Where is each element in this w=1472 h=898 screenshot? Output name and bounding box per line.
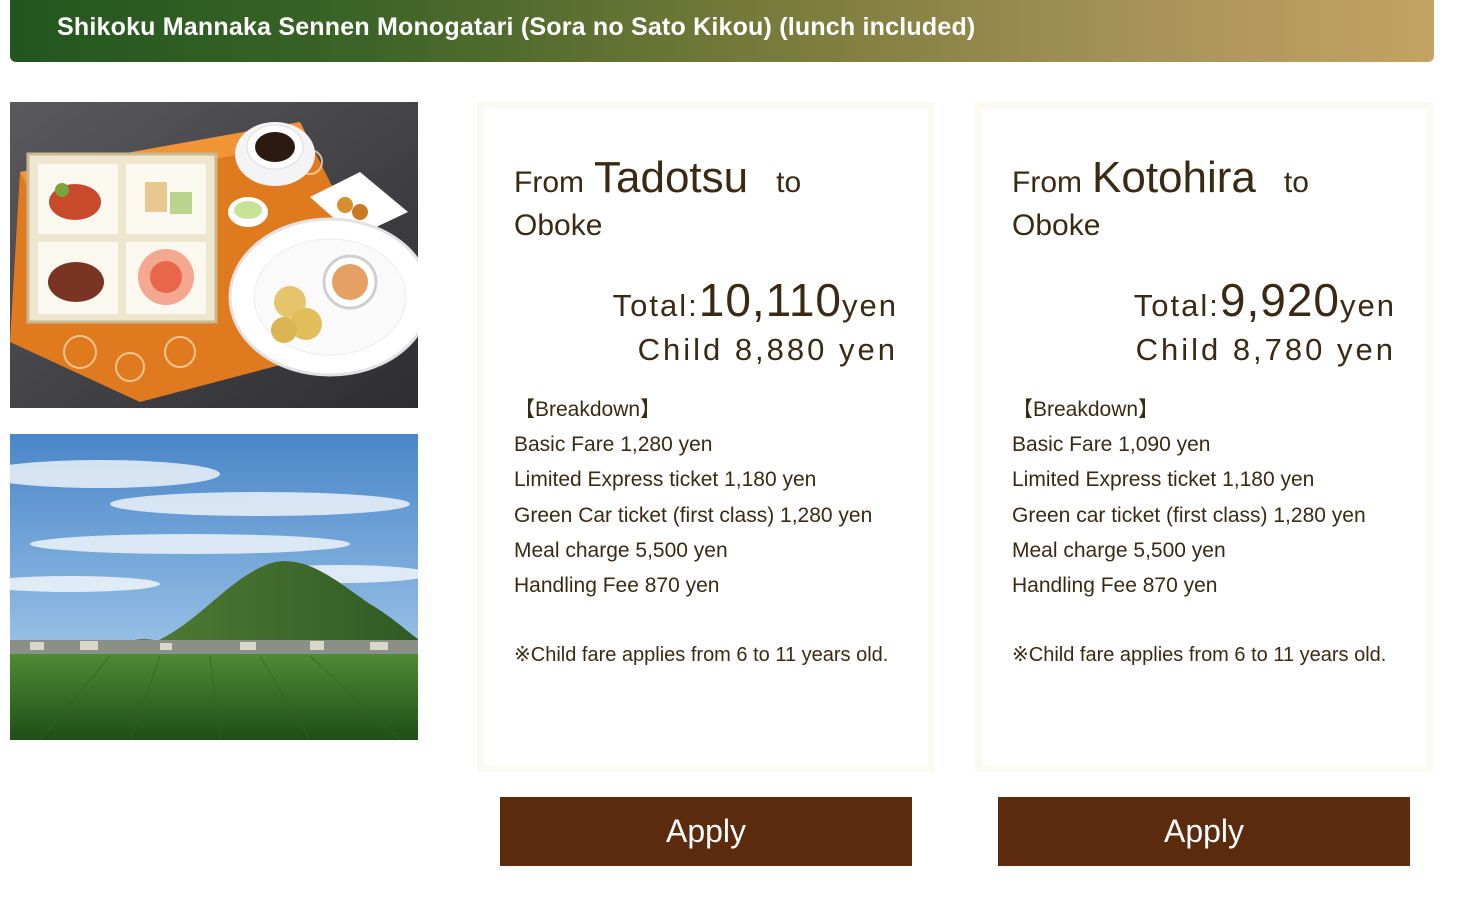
breakdown-title: 【Breakdown】 [514,398,662,421]
breakdown-item: Green car ticket (first class) 1,280 yen [1012,503,1366,527]
to-label: to [776,166,802,199]
child-price: Child 8,880 yen [637,332,898,367]
breakdown-item: Handling Fee 870 yen [1012,574,1218,598]
to-station: Oboke [514,209,603,242]
breakdown-item: Meal charge 5,500 yen [1012,538,1226,562]
fare-card-tadotsu: From Tadotsu to Oboke Total:10,110yen Chil… [477,102,935,772]
from-station: Kotohira [1092,153,1256,202]
route-title: From Kotohira to [1012,155,1396,206]
child-fare-note: ※Child fare applies from 6 to 11 years o… [514,644,889,667]
total-label: Total: [1133,288,1220,323]
header-title: Shikoku Mannaka Sennen Monogatari (Sora … [57,12,976,41]
total-unit: yen [1340,288,1396,323]
mountain-photo [10,434,418,740]
total-amount: 10,110 [698,274,843,326]
from-station: Tadotsu [594,153,749,202]
total-label: Total: [612,288,699,323]
breakdown-title: 【Breakdown】 [1012,398,1160,421]
breakdown-item: Limited Express ticket 1,180 yen [1012,468,1315,492]
child-fare-note: ※Child fare applies from 6 to 11 years o… [1012,644,1387,667]
to-station: Oboke [1012,209,1101,242]
breakdown-item: Handling Fee 870 yen [514,574,720,598]
fare-breakdown: 【Breakdown】 Basic Fare 1,280 yen Limited… [514,392,898,603]
total-price: Total:10,110yen [514,276,898,330]
page-header: Shikoku Mannaka Sennen Monogatari (Sora … [10,0,1434,62]
total-unit: yen [842,288,898,323]
to-label: to [1283,166,1309,199]
total-amount: 9,920 [1219,274,1341,326]
apply-button-kotohira[interactable]: Apply [998,797,1410,866]
total-price: Total:9,920yen [1012,276,1396,330]
route-title: From Tadotsu to [514,155,898,206]
child-price: Child 8,780 yen [1135,332,1396,367]
lunch-photo [10,102,418,408]
breakdown-item: Basic Fare 1,280 yen [514,433,713,457]
fare-breakdown: 【Breakdown】 Basic Fare 1,090 yen Limited… [1012,392,1396,603]
breakdown-item: Meal charge 5,500 yen [514,538,728,562]
apply-button-tadotsu[interactable]: Apply [500,797,912,866]
breakdown-item: Basic Fare 1,090 yen [1012,433,1211,457]
breakdown-item: Limited Express ticket 1,180 yen [514,468,817,492]
from-label: From [1012,166,1082,199]
from-label: From [514,166,584,199]
fare-card-kotohira: From Kotohira to Oboke Total:9,920yen Chil… [975,102,1433,772]
breakdown-item: Green Car ticket (first class) 1,280 yen [514,503,873,527]
